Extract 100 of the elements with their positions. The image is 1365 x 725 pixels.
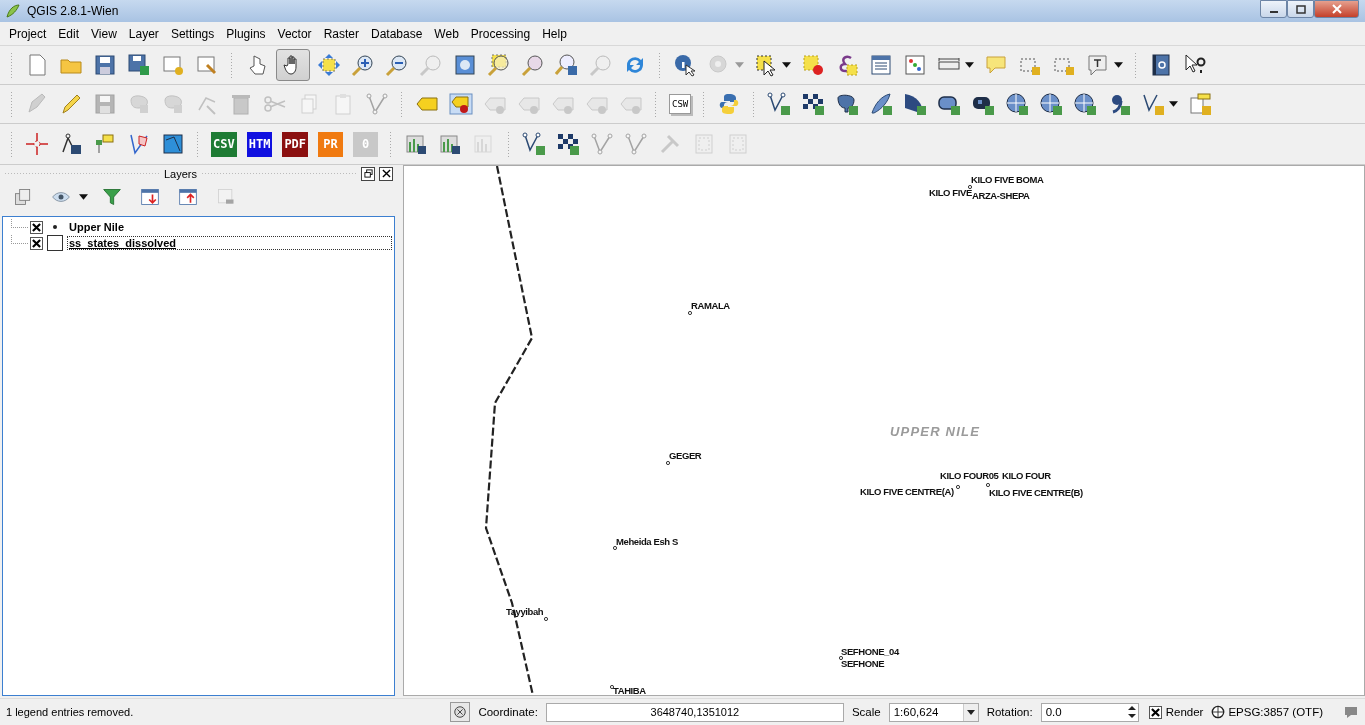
crs-button[interactable]: EPSG:3857 (OTF) <box>1211 705 1323 719</box>
export-button[interactable]: HTM <box>246 131 273 157</box>
plot-add-icon[interactable] <box>438 132 463 156</box>
caret-icon[interactable] <box>1169 101 1179 107</box>
visibility-checkbox[interactable] <box>30 236 43 250</box>
render-label: Render <box>1165 706 1204 718</box>
status-message: 1 legend entries removed. <box>6 706 134 718</box>
export-button[interactable]: PDF <box>282 131 309 157</box>
caret-icon <box>966 709 975 715</box>
menu-item[interactable]: View <box>85 26 123 41</box>
plot-export-icon[interactable] <box>404 132 429 156</box>
render-checkbox[interactable] <box>1148 705 1162 719</box>
close-button[interactable] <box>379 166 393 181</box>
label-pin-icon[interactable] <box>449 92 473 116</box>
identify-icon[interactable] <box>673 53 697 77</box>
csw-button[interactable]: CSW <box>669 94 692 114</box>
place-label: KILO FIVE BOMA <box>971 174 1044 185</box>
attribute-table-icon[interactable] <box>869 53 893 77</box>
save-as-icon[interactable] <box>127 53 151 77</box>
place-label: ARZA-SHEPA <box>972 190 1030 201</box>
place-point-icon <box>666 461 670 465</box>
float-button[interactable] <box>361 166 375 181</box>
new-layer-icon[interactable] <box>1141 92 1166 116</box>
menu-item[interactable]: Web <box>428 26 465 41</box>
caret-icon[interactable] <box>965 62 974 68</box>
filter-icon[interactable] <box>102 187 122 207</box>
menu-item[interactable]: Vector <box>271 26 318 41</box>
menu-item[interactable]: Raster <box>317 26 365 41</box>
add-spatialite-icon[interactable] <box>869 92 894 116</box>
place-label: Meheida Esh S <box>616 536 678 547</box>
pan-button[interactable] <box>276 49 310 81</box>
save-icon[interactable] <box>93 53 117 77</box>
export-button[interactable]: CSV <box>211 131 237 157</box>
menu-item[interactable]: Database <box>364 26 429 41</box>
menu-item[interactable]: Help <box>536 26 573 41</box>
coordinate-toggle-button[interactable] <box>450 702 471 722</box>
toggle-editing-icon[interactable] <box>59 92 83 116</box>
caret-icon[interactable] <box>79 194 88 200</box>
zoom-full-icon[interactable] <box>453 53 477 77</box>
place-point-icon <box>610 685 614 689</box>
raster-add-icon[interactable] <box>556 132 581 156</box>
add-postgis-icon[interactable] <box>835 92 860 116</box>
copy-layers-icon[interactable] <box>13 187 33 207</box>
messages-icon[interactable] <box>1343 704 1359 720</box>
plugin-icon[interactable] <box>93 132 117 156</box>
polygon-icon[interactable] <box>161 132 185 156</box>
menu-item[interactable]: Edit <box>52 26 86 41</box>
rotation-spinbox[interactable]: 0.0 <box>1040 702 1139 722</box>
map-canvas[interactable]: KILO FIVE BOMA KILO FIVEARZA-SHEPA RAMALA UPPER NILE GEGER KILO FOUR05 KILO FOUR KILO FIVE CENTRE(A) KILO FIVE CENTRE(B) Meheida Esh S Tayyibah SEFHONE_04 SEFHONE TAHIBA <box>403 165 1365 696</box>
zoom-last-icon[interactable] <box>555 53 579 77</box>
select-icon[interactable] <box>754 53 778 77</box>
help-icon[interactable] <box>1149 53 1173 77</box>
menu-item[interactable]: Settings <box>164 26 221 41</box>
visibility-checkbox[interactable] <box>30 220 43 234</box>
spin-arrows-icon <box>1127 705 1136 719</box>
place-point-icon <box>688 311 692 315</box>
text-annotation-icon[interactable] <box>1086 53 1110 77</box>
place-label: Tayyibah <box>506 606 544 617</box>
expand-all-icon[interactable] <box>140 187 160 207</box>
add-wms-icon[interactable] <box>1005 92 1030 116</box>
zoom-in-icon[interactable] <box>351 53 375 77</box>
compass-icon[interactable] <box>59 132 83 156</box>
place-label: SEFHONE_04 <box>841 646 899 657</box>
caret-icon[interactable] <box>782 62 791 68</box>
globe-icon <box>1211 705 1226 719</box>
place-label: KILO FOUR <box>1002 470 1051 481</box>
pan-to-selection-icon[interactable] <box>317 53 341 77</box>
place-point-icon <box>839 656 843 660</box>
layer-name[interactable]: Upper Nile <box>67 220 126 234</box>
zoom-to-selection-icon[interactable] <box>487 53 511 77</box>
add-wfs-icon[interactable] <box>1073 92 1098 116</box>
coordinate-field[interactable]: 3648740,1351012 <box>545 702 844 722</box>
minimize-button[interactable] <box>1260 0 1287 18</box>
layer-name[interactable]: ss_states_dissolved <box>67 236 392 250</box>
place-label: KILO FIVE CENTRE(A) <box>860 486 954 497</box>
crosshair-icon[interactable] <box>25 132 49 156</box>
deselect-icon[interactable] <box>801 53 825 77</box>
zoom-to-layer-icon[interactable] <box>521 53 545 77</box>
menu-item[interactable]: Processing <box>464 26 537 41</box>
add-wcs-icon[interactable] <box>1039 92 1064 116</box>
statistics-icon[interactable] <box>903 53 927 77</box>
add-mssql-icon[interactable] <box>903 92 928 116</box>
close-icon <box>1331 4 1342 14</box>
place-label: SEFHONE <box>841 658 885 669</box>
scale-combobox[interactable]: 1:60,624 <box>888 702 979 722</box>
vertex-polygon-icon[interactable] <box>127 132 151 156</box>
place-point-icon <box>968 185 972 189</box>
add-raster-icon[interactable] <box>801 92 826 116</box>
maximize-button[interactable] <box>1287 0 1314 18</box>
menu-item[interactable]: Project <box>3 26 53 41</box>
collapse-all-icon[interactable] <box>178 187 198 207</box>
place-point-icon <box>613 546 617 550</box>
place-label: KILO FIVE <box>929 187 972 198</box>
vertex-add-icon[interactable] <box>522 132 547 156</box>
place-point-icon <box>986 483 990 487</box>
add-vector-icon[interactable] <box>767 92 792 116</box>
menu-item[interactable]: Layer <box>122 26 165 41</box>
menu-item[interactable]: Plugins <box>220 26 272 41</box>
caret-icon[interactable] <box>1114 62 1123 68</box>
zoom-out-icon[interactable] <box>385 53 409 77</box>
